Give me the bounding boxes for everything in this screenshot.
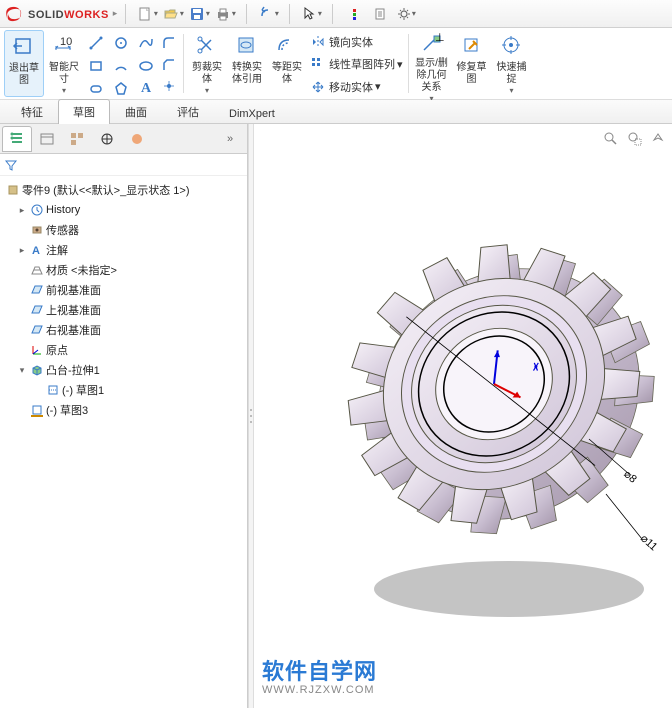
trim-button[interactable]: 剪裁实 体 ▾ <box>187 30 227 97</box>
dimxpert-manager-tab[interactable] <box>92 126 122 152</box>
offset-button[interactable]: 等距实 体 <box>267 30 307 97</box>
tree-item[interactable]: (-) 草图1 <box>2 380 245 400</box>
tab-surface[interactable]: 曲面 <box>110 99 162 124</box>
mirror-entities-button[interactable]: 镜向实体 <box>307 32 405 52</box>
panel-tabs: » <box>0 124 247 154</box>
graphics-viewport[interactable]: ⌀8 ⌀11 软件自学网 WWW.RJZXW.COM <box>254 124 672 708</box>
tab-dimxpert[interactable]: DimXpert <box>214 103 290 124</box>
tree-item[interactable]: ▸A注解 <box>2 240 245 260</box>
slot-tool[interactable] <box>84 78 108 100</box>
separator <box>408 34 409 93</box>
tree-root[interactable]: 零件9 (默认<<默认>_显示状态 1>) <box>2 180 245 200</box>
feature-tree-tab[interactable] <box>2 126 32 152</box>
app-dropdown-icon[interactable]: ▸ <box>113 8 118 19</box>
app-name: SOLIDWORKS <box>28 6 109 21</box>
svg-text:⊥: ⊥ <box>435 32 444 44</box>
config-manager-tab[interactable] <box>62 126 92 152</box>
view-orient-icon[interactable] <box>648 128 668 148</box>
text-tool[interactable]: A <box>134 78 158 100</box>
tree-item[interactable]: 上视基准面 <box>2 300 245 320</box>
divider <box>246 4 247 24</box>
select-button[interactable]: ▾ <box>299 3 323 25</box>
pattern-column: 镜向实体 线性草图阵列▾ 移动实体▾ <box>307 30 405 97</box>
fillet-tool[interactable] <box>158 32 180 54</box>
repair-sketch-button[interactable]: 修复草 图 <box>452 30 492 97</box>
svg-text:A: A <box>32 245 40 257</box>
show-relations-button[interactable]: ⊥ 显示/删 除几何 关系 ▾ <box>412 30 452 97</box>
new-button[interactable]: ▾ <box>135 3 159 25</box>
circle-tool[interactable] <box>109 32 133 54</box>
feature-manager-panel: » 零件9 (默认<<默认>_显示状态 1>) ▸History传感器▸A注解材… <box>0 124 248 708</box>
zoom-area-icon[interactable] <box>624 128 644 148</box>
feature-tree: 零件9 (默认<<默认>_显示状态 1>) ▸History传感器▸A注解材质 … <box>0 176 247 708</box>
gear-model: ⌀8 ⌀11 <box>294 184 672 584</box>
convert-button[interactable]: 转换实 体引用 <box>227 30 267 97</box>
arc-tool[interactable] <box>109 55 133 77</box>
tree-item[interactable]: 右视基准面 <box>2 320 245 340</box>
open-button[interactable]: ▾ <box>161 3 185 25</box>
tree-item[interactable]: ▸History <box>2 200 245 220</box>
title-bar: SOLIDWORKS ▸ ▾ ▾ ▾ ▾ ▾ ▾ ▾ <box>0 0 672 28</box>
polygon-tool[interactable] <box>109 78 133 100</box>
file-props-button[interactable] <box>368 3 392 25</box>
solidworks-logo: SOLIDWORKS ▸ <box>4 4 117 24</box>
property-manager-tab[interactable] <box>32 126 62 152</box>
sketch-entities-grid: A <box>84 30 158 97</box>
watermark: 软件自学网 WWW.RJZXW.COM <box>262 654 377 696</box>
ellipse-tool[interactable] <box>134 55 158 77</box>
tree-item[interactable]: 传感器 <box>2 220 245 240</box>
spline-tool[interactable] <box>134 32 158 54</box>
tree-item[interactable]: (-) 草图3 <box>2 400 245 420</box>
sw-icon <box>4 4 24 24</box>
separator <box>183 34 184 93</box>
divider <box>125 4 126 24</box>
tree-item[interactable]: 材质 <未指定> <box>2 260 245 280</box>
view-toolbar <box>600 128 668 148</box>
filter-row <box>0 154 247 176</box>
rect-tool[interactable] <box>84 55 108 77</box>
zoom-fit-icon[interactable] <box>600 128 620 148</box>
options-button[interactable]: ▾ <box>394 3 418 25</box>
command-manager-tabs: 特征 草图 曲面 评估 DimXpert <box>0 100 672 124</box>
smart-dimension-button[interactable]: 10 智能尺 寸 ▾ <box>44 30 84 97</box>
point-tool[interactable] <box>158 75 180 97</box>
main-content: » 零件9 (默认<<默认>_显示状态 1>) ▸History传感器▸A注解材… <box>0 124 672 708</box>
exit-sketch-button[interactable]: 退出草 图 <box>4 30 44 97</box>
divider <box>332 4 333 24</box>
filter-icon[interactable] <box>4 158 18 172</box>
tab-sketch[interactable]: 草图 <box>58 99 110 124</box>
move-entities-button[interactable]: 移动实体▾ <box>307 77 405 97</box>
save-button[interactable]: ▾ <box>187 3 211 25</box>
svg-text:10: 10 <box>60 36 72 48</box>
display-manager-tab[interactable] <box>122 126 152 152</box>
divider <box>289 4 290 24</box>
linear-pattern-button[interactable]: 线性草图阵列▾ <box>307 54 405 74</box>
quick-snap-button[interactable]: 快速捕 捉 ▾ <box>492 30 532 97</box>
ribbon-toolbar: 退出草 图 10 智能尺 寸 ▾ A 剪裁实 体 ▾ 转换实 体引用 等距实 体… <box>0 28 672 100</box>
chamfer-tool[interactable] <box>158 54 180 76</box>
print-button[interactable]: ▾ <box>213 3 237 25</box>
undo-button[interactable]: ▾ <box>256 3 280 25</box>
tree-item[interactable]: ▾凸台-拉伸1 <box>2 360 245 380</box>
rebuild-button[interactable] <box>342 3 366 25</box>
tab-evaluate[interactable]: 评估 <box>162 99 214 124</box>
panel-expand-button[interactable]: » <box>215 126 245 152</box>
line-tool[interactable] <box>84 32 108 54</box>
tab-features[interactable]: 特征 <box>6 99 58 124</box>
tree-item[interactable]: 前视基准面 <box>2 280 245 300</box>
tree-item[interactable]: 原点 <box>2 340 245 360</box>
